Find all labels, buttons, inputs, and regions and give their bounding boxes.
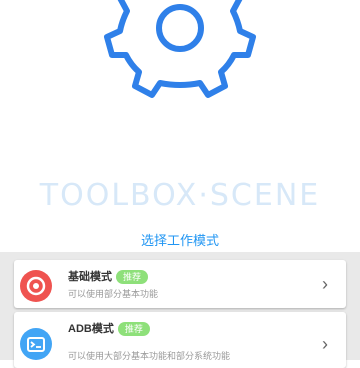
mode-list: 基础模式 推荐 可以使用部分基本功能 › ADB模式 推荐 可以使用大部分基本功能和… bbox=[0, 252, 360, 368]
adb-mode-title: ADB模式 推荐 bbox=[68, 322, 150, 337]
recommended-badge: 推荐 bbox=[117, 322, 150, 337]
gear-icon bbox=[96, 0, 264, 112]
basic-mode-title: 基础模式 推荐 bbox=[68, 270, 149, 285]
mode-select-title: 选择工作模式 bbox=[140, 233, 219, 248]
adb-mode-title-text: ADB模式 bbox=[68, 323, 114, 335]
chevron-right-icon: › bbox=[322, 274, 328, 294]
recommended-badge: 推荐 bbox=[116, 270, 149, 285]
basic-mode-title-text: 基础模式 bbox=[68, 271, 112, 283]
basic-mode-card[interactable]: 基础模式 推荐 可以使用部分基本功能 › bbox=[14, 260, 346, 308]
app-brand-title: TOOLBOX·SCENE bbox=[39, 178, 321, 213]
adb-mode-icon bbox=[20, 328, 52, 360]
basic-mode-icon bbox=[20, 270, 52, 302]
basic-mode-description: 可以使用部分基本功能 bbox=[68, 289, 159, 299]
chevron-right-icon: › bbox=[322, 334, 328, 354]
adb-mode-description: 可以使用大部分基本功能和部分系统功能 bbox=[68, 351, 231, 361]
